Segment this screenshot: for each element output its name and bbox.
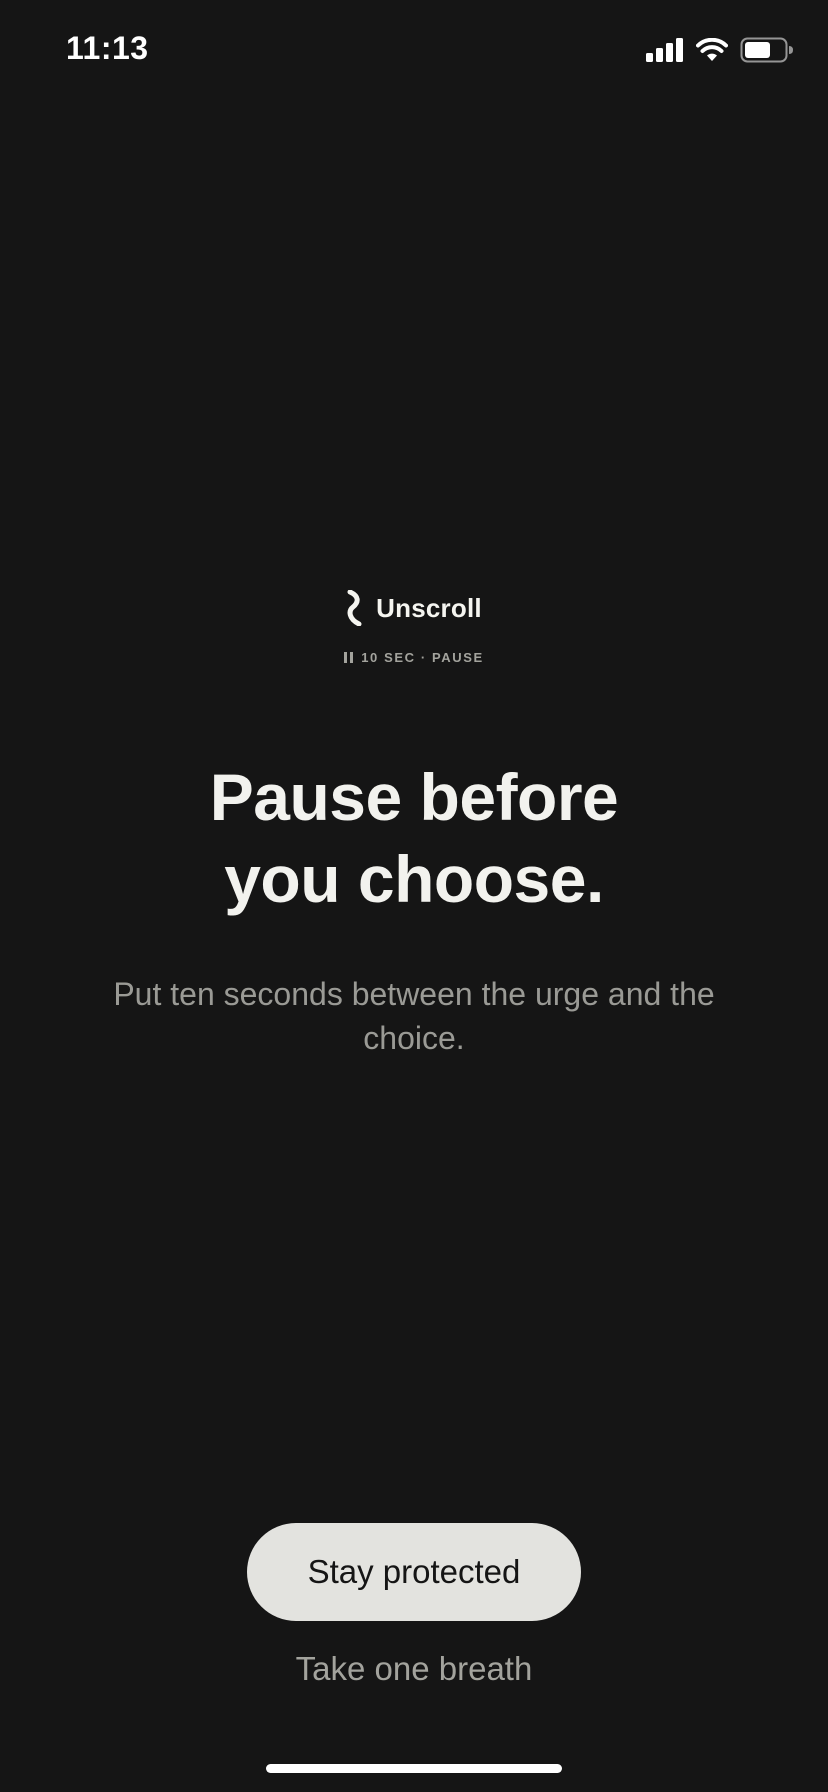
headline-line-2: you choose. (224, 842, 604, 916)
pause-tag: 10 SEC · PAUSE (0, 650, 828, 665)
status-time: 11:13 (66, 30, 149, 66)
stay-protected-button[interactable]: Stay protected (247, 1523, 581, 1621)
wifi-icon (696, 38, 728, 61)
home-indicator[interactable] (266, 1764, 562, 1773)
brand-name: Unscroll (376, 592, 482, 623)
unscroll-logo-icon (347, 590, 362, 626)
pause-icon (344, 652, 354, 663)
cellular-signal-icon (646, 38, 683, 62)
headline-line-1: Pause before (209, 760, 619, 834)
pause-tag-label: 10 SEC · PAUSE (361, 650, 484, 665)
headline: Pause before you choose. (0, 756, 828, 920)
subtitle: Put ten seconds between the urge and the… (113, 976, 715, 1056)
status-bar: 11:13 (0, 0, 828, 100)
status-icons (646, 36, 794, 64)
battery-icon (740, 37, 793, 63)
take-one-breath-link[interactable]: Take one breath (0, 1650, 828, 1688)
brand: Unscroll (0, 590, 828, 626)
